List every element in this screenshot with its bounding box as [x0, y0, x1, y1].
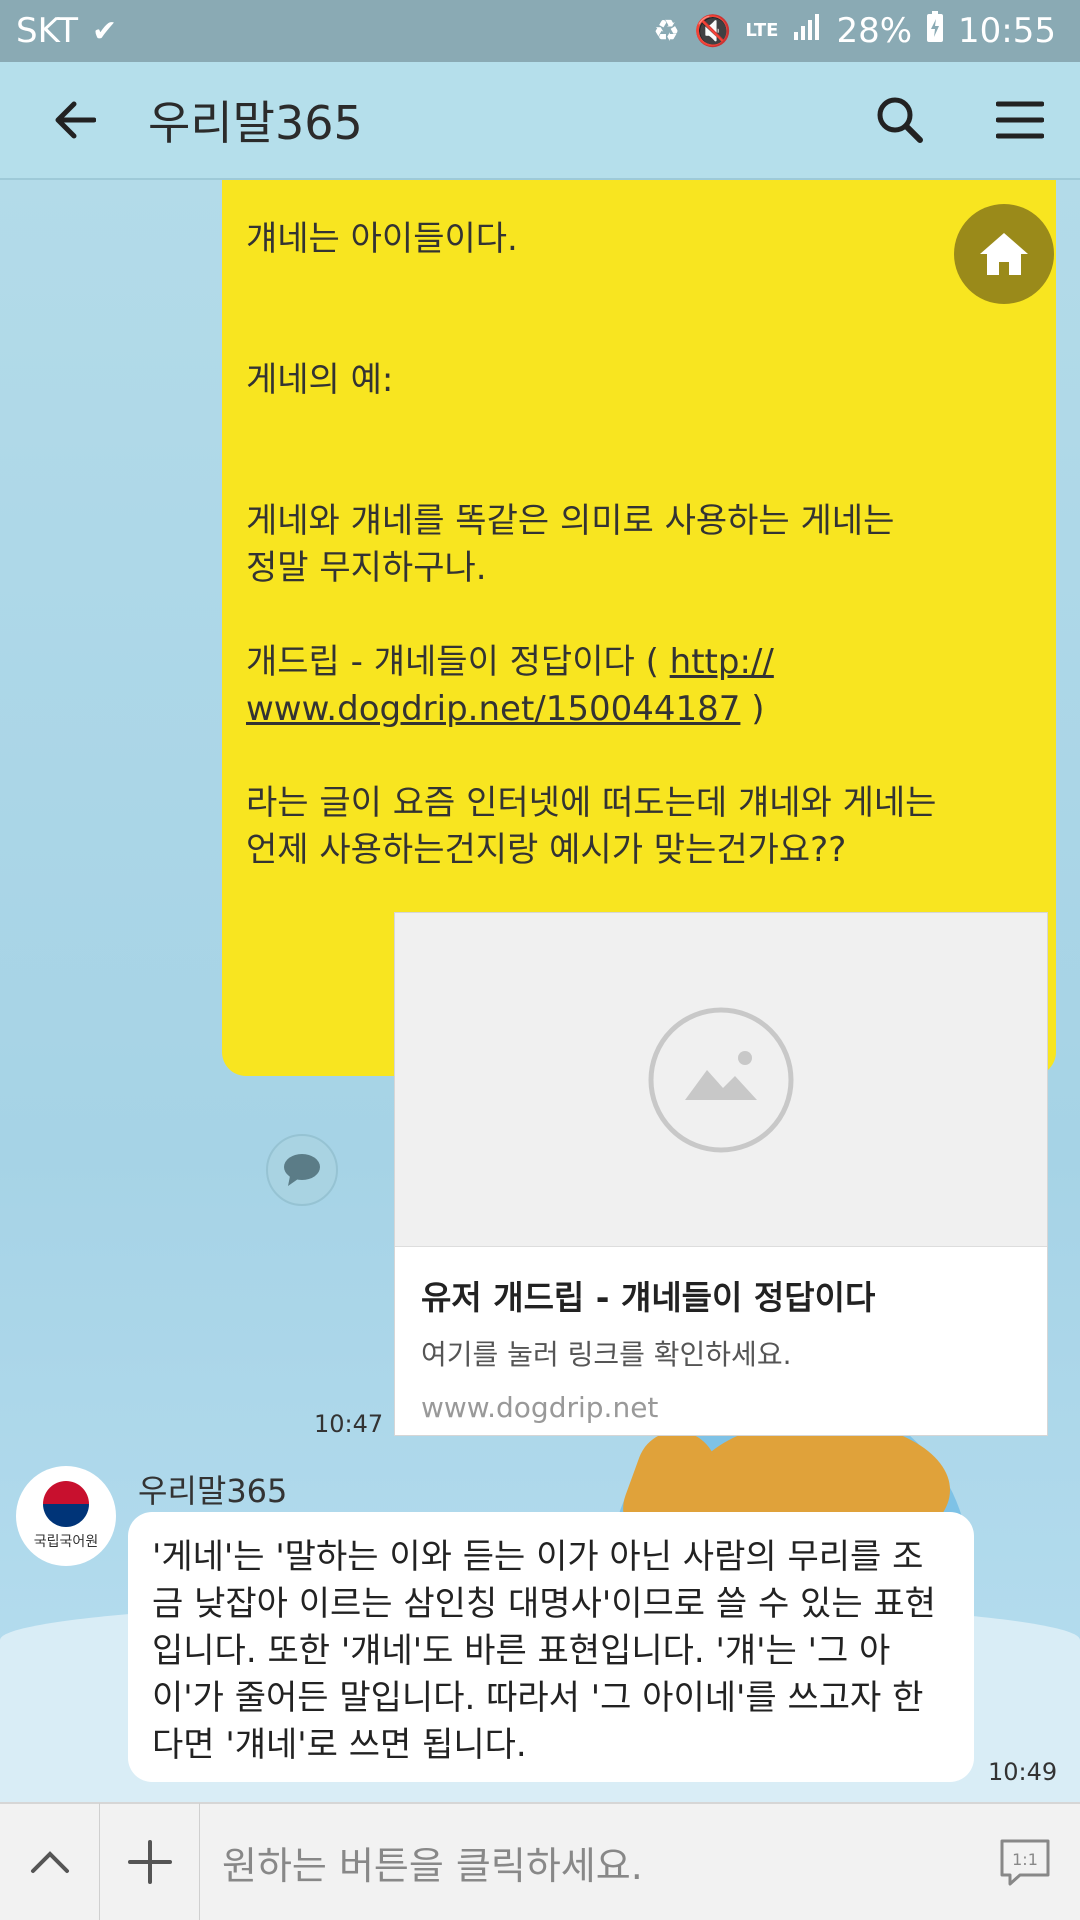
download-complete-icon: ✔: [92, 13, 118, 49]
share-button[interactable]: [266, 1134, 338, 1206]
link-preview-domain: www.dogdrip.net: [421, 1391, 659, 1424]
mute-icon: 🔇: [694, 13, 732, 49]
sender-name: 우리말365: [138, 1472, 288, 1510]
avatar[interactable]: 국립국어원: [16, 1466, 116, 1566]
battery-level: 28%: [836, 11, 913, 51]
link-preview-title: 유저 개드립 - 걔네들이 정답이다: [421, 1278, 876, 1317]
one-to-one-chat-button[interactable]: 1:1: [970, 1803, 1080, 1920]
chat-area[interactable]: 걔네는 아이들이다. 게네의 예: 게네와 걔네를 똑같은 의미로 사용하는 게…: [0, 180, 1080, 1802]
reply-time: 10:49: [988, 1758, 1058, 1786]
signal-icon: [792, 11, 822, 51]
my-message-text: 걔네는 아이들이다. 게네의 예: 게네와 걔네를 똑같은 의미로 사용하는 게…: [246, 219, 937, 870]
reply-message-bubble[interactable]: '게네'는 '말하는 이와 듣는 이가 아닌 사람의 무리를 조금 낮잡아 이르…: [128, 1512, 974, 1782]
back-arrow-icon: [55, 101, 96, 139]
collapse-button[interactable]: [0, 1803, 100, 1920]
institute-logo-icon: [43, 1481, 89, 1527]
menu-button[interactable]: [960, 61, 1080, 179]
search-icon: [877, 97, 923, 143]
plus-icon: [127, 1840, 172, 1884]
clock: 10:55: [958, 11, 1056, 51]
input-bar: 원하는 버튼을 클릭하세요. 1:1: [0, 1802, 1080, 1920]
battery-charging-icon: [926, 10, 944, 52]
avatar-label: 국립국어원: [33, 1534, 99, 1550]
message-input[interactable]: 원하는 버튼을 클릭하세요.: [200, 1835, 970, 1890]
search-button[interactable]: [840, 61, 960, 179]
link-preview-thumbnail: [395, 913, 1047, 1247]
one-to-one-label: 1:1: [1012, 1850, 1038, 1869]
message-time: 10:47: [314, 1410, 384, 1438]
home-icon: [980, 233, 1028, 275]
network-type: LTE: [745, 20, 779, 41]
back-button[interactable]: [0, 61, 148, 179]
carrier-label: SKT: [16, 11, 79, 51]
chat-title: 우리말365: [148, 96, 363, 150]
recycle-icon: ♻: [653, 13, 680, 49]
chevron-up-icon: [30, 1851, 69, 1873]
add-button[interactable]: [100, 1803, 200, 1920]
link-preview-description: 여기를 눌러 링크를 확인하세요.: [421, 1338, 792, 1371]
menu-icon: [996, 101, 1044, 139]
app-bar: 우리말365: [0, 62, 1080, 180]
speech-bubble-icon: [284, 1154, 320, 1186]
image-placeholder-icon: [648, 1007, 794, 1152]
home-button[interactable]: [954, 204, 1054, 304]
reply-message-text: '게네'는 '말하는 이와 듣는 이가 아닌 사람의 무리를 조금 낮잡아 이르…: [152, 1537, 936, 1765]
one-to-one-chat-icon: 1:1: [1000, 1839, 1050, 1886]
status-bar: SKT ✔ ♻ 🔇 LTE 28% 10:55: [0, 0, 1080, 62]
link-preview-card[interactable]: 유저 개드립 - 걔네들이 정답이다 여기를 눌러 링크를 확인하세요. www…: [394, 912, 1048, 1436]
